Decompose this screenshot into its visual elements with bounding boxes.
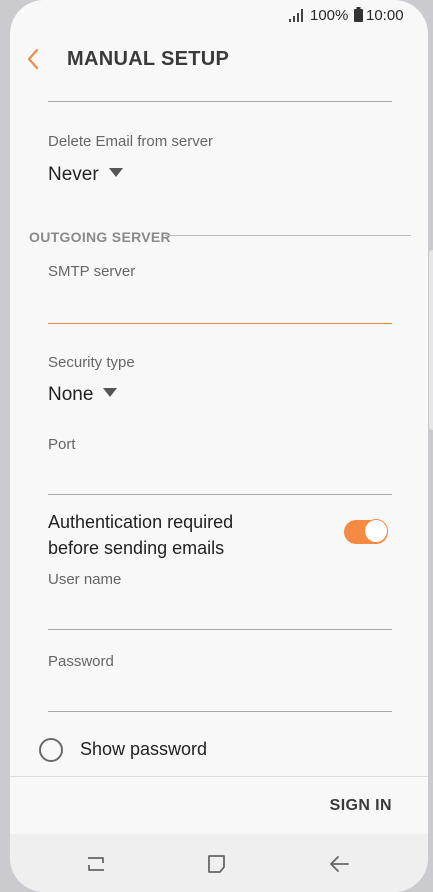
smtp-server-input[interactable] [48, 293, 392, 324]
home-button[interactable] [205, 852, 229, 876]
arrow-left-icon [330, 856, 349, 872]
dropdown-caret-icon [103, 388, 118, 398]
recent-apps-icon [88, 857, 104, 871]
device-edge [429, 250, 433, 430]
security-type-dropdown[interactable]: None [48, 384, 118, 406]
home-icon [208, 855, 225, 873]
password-input[interactable] [48, 681, 392, 712]
auth-required-line2: before sending emails [48, 538, 225, 558]
page-title: MANUAL SETUP [67, 48, 230, 70]
delete-email-dropdown[interactable]: Never [48, 164, 123, 186]
outgoing-server-header: OUTGOING SERVER [29, 229, 171, 245]
show-password-radio[interactable] [39, 738, 63, 762]
password-label: Password [48, 653, 114, 670]
username-input[interactable] [48, 599, 392, 630]
delete-email-label: Delete Email from server [48, 133, 214, 150]
action-footer: SIGN IN [10, 776, 428, 835]
navigation-bar [10, 834, 428, 892]
screen: 100% 10:00 MANUAL SETUP Delete Email fro… [10, 0, 428, 892]
auth-required-toggle[interactable] [344, 519, 388, 545]
field-underline-top [48, 101, 392, 102]
signal-icon [289, 9, 303, 22]
sign-in-button[interactable]: SIGN IN [330, 797, 392, 815]
recent-apps-button[interactable] [84, 852, 108, 876]
delete-email-value: Never [48, 164, 99, 185]
auth-required-label: Authentication required before sending e… [48, 509, 233, 561]
auth-required-line1: Authentication required [48, 512, 234, 532]
port-input[interactable] [48, 464, 392, 495]
app-header: MANUAL SETUP [10, 32, 428, 86]
section-divider [165, 235, 411, 236]
nav-back-button[interactable] [327, 852, 351, 876]
device-frame: 100% 10:00 MANUAL SETUP Delete Email fro… [0, 0, 433, 892]
smtp-server-label: SMTP server [48, 263, 136, 280]
toggle-knob [364, 519, 388, 543]
dropdown-caret-icon [108, 168, 123, 178]
security-type-label: Security type [48, 354, 135, 371]
status-bar: 100% 10:00 [10, 0, 428, 32]
battery-percent: 100% [310, 7, 349, 24]
battery-icon [354, 7, 363, 22]
show-password-label[interactable]: Show password [80, 739, 207, 760]
settings-form[interactable]: Delete Email from server Never OUTGOING … [10, 86, 428, 776]
clock: 10:00 [366, 7, 404, 24]
back-button[interactable] [24, 46, 44, 72]
chevron-left-icon [27, 48, 39, 70]
security-type-value: None [48, 384, 94, 405]
username-label: User name [48, 571, 122, 588]
port-label: Port [48, 436, 76, 453]
